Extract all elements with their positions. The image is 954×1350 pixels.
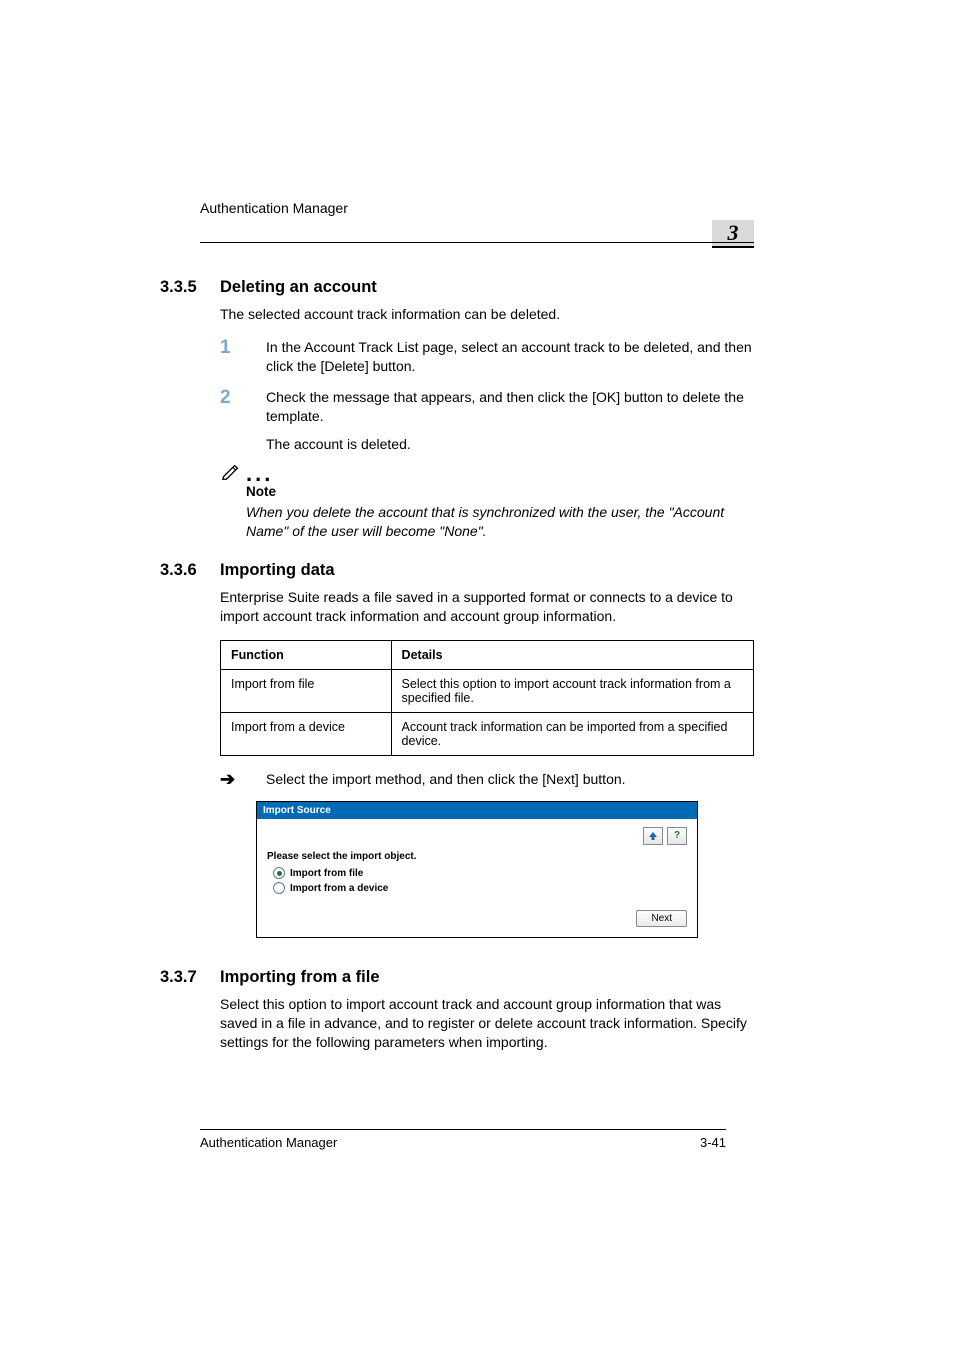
body-text: The selected account track information c… [220,305,754,324]
header-rule: 3 [200,220,754,248]
import-source-dialog: Import Source ? Please select the import… [256,801,698,938]
note-icon: ... [220,460,754,482]
radio-icon [273,867,285,879]
section-number: 3.3.5 [160,278,220,297]
radio-import-from-device[interactable]: Import from a device [273,881,687,896]
section-title: Deleting an account [220,278,377,297]
footer-page-number: 3-41 [700,1135,726,1150]
ellipsis-icon: ... [246,468,273,482]
note-label: Note [246,484,754,499]
radio-icon [273,882,285,894]
table-cell: Import from a device [221,712,392,755]
footer-left: Authentication Manager [200,1135,337,1150]
table-cell: Select this option to import account tra… [391,669,753,712]
table-row: Import from a device Account track infor… [221,712,754,755]
body-text: Select this option to import account tra… [220,995,754,1052]
help-button[interactable]: ? [667,827,687,845]
radio-label: Import from a device [290,881,388,896]
table-cell: Account track information can be importe… [391,712,753,755]
step-result: The account is deleted. [266,435,754,454]
section-title: Importing data [220,561,335,580]
arrow-icon: ➔ [220,770,266,788]
note-body: When you delete the account that is sync… [246,503,754,541]
dialog-prompt: Please select the import object. [267,851,687,862]
table-row: Import from file Select this option to i… [221,669,754,712]
radio-label: Import from file [290,866,363,881]
page-footer: Authentication Manager 3-41 [200,1129,726,1150]
step-number: 2 [220,388,266,407]
running-header: Authentication Manager [200,200,754,216]
body-text: Enterprise Suite reads a file saved in a… [220,588,754,626]
step-text: Check the message that appears, and then… [266,388,754,426]
up-level-button[interactable] [643,827,663,845]
step-text: In the Account Track List page, select a… [266,338,754,376]
function-table: Function Details Import from file Select… [220,640,754,756]
next-button[interactable]: Next [636,910,687,927]
chapter-number-box: 3 [712,220,754,248]
dialog-title: Import Source [257,802,697,819]
table-header: Function [221,640,392,669]
table-header: Details [391,640,753,669]
radio-import-from-file[interactable]: Import from file [273,866,687,881]
instruction-text: Select the import method, and then click… [266,770,626,789]
table-cell: Import from file [221,669,392,712]
section-title: Importing from a file [220,968,380,987]
step-number: 1 [220,338,266,357]
section-number: 3.3.6 [160,561,220,580]
section-number: 3.3.7 [160,968,220,987]
